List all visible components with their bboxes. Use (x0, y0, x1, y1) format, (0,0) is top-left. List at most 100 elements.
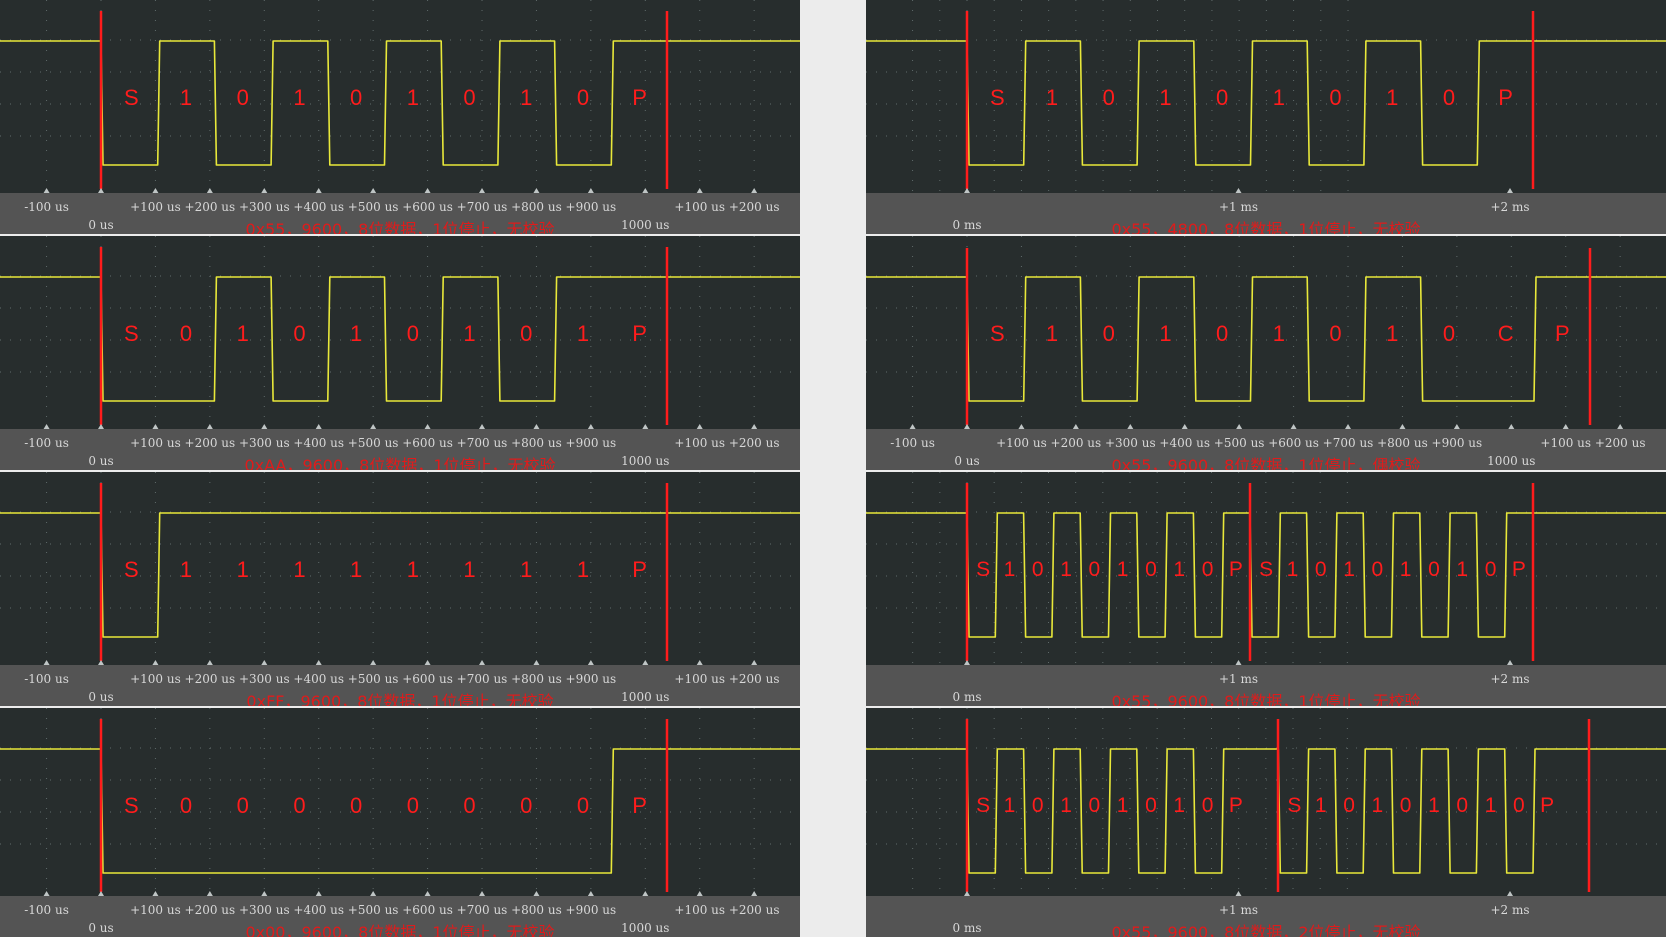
time-axis: 0x55，9600，8位数据，1位停止，无校验 -100 us +100 us +2… (0, 193, 800, 234)
tick-label-zero: 0 us (88, 454, 114, 468)
tick-label-zero: 0 us (88, 690, 114, 704)
bit-label: 0 (179, 321, 193, 346)
tick-label: +100 us (130, 903, 181, 917)
tick-label-zero: 0 us (88, 218, 114, 232)
bit-label: 1 (1173, 558, 1186, 581)
bit-label: 0 (1216, 321, 1229, 346)
bit-label: 1 (179, 557, 193, 582)
tick-label: +600 us (402, 200, 453, 214)
bit-label: 0 (1513, 794, 1525, 817)
tick-label: +800 us (1377, 436, 1428, 450)
tick-label: +200 us (728, 672, 780, 686)
tick-label: +600 us (1268, 436, 1319, 450)
bit-label: 0 (293, 793, 306, 818)
tick-label-1000: 1000 us (621, 218, 670, 232)
bit-label: 0 (1145, 794, 1157, 817)
bit-label: 1 (1045, 85, 1059, 110)
tick-label: +400 us (293, 436, 345, 450)
tick-label: +700 us (456, 672, 508, 686)
tick-label-zero: 0 us (954, 454, 980, 468)
bit-label: 1 (236, 321, 249, 346)
bit-label: S (1259, 558, 1274, 581)
tick-label-zero: 0 us (88, 921, 114, 935)
bit-label: S (124, 793, 139, 818)
tick-label: +900 us (565, 200, 617, 214)
waveform-caption: 0xFF，9600，8位数据，1位停止，无校验 (246, 692, 554, 706)
tick-label: +400 us (293, 903, 345, 917)
waveform-caption: 0xAA，9600，8位数据，1位停止，无校验 (244, 456, 556, 470)
bit-label: 1 (1173, 794, 1186, 817)
bit-label: 1 (406, 85, 419, 110)
time-axis: 0x55，9600，8位数据，2位停止，无校验 +1 ms +2 ms 0 ms (866, 896, 1666, 937)
plot-area (0, 472, 800, 665)
bit-label: 1 (1159, 85, 1172, 110)
waveform-caption: 0x55，4800，8位数据，1位停止，无校验 (1111, 220, 1421, 234)
bit-label: 0 (1343, 794, 1355, 817)
tick-label: +200 us (184, 436, 236, 450)
waveform-panel-0x55-2-stop-bits: 0x55，9600，8位数据，2位停止，无校验 +1 ms +2 ms 0 ms S… (866, 708, 1666, 937)
tick-label: +1 ms (1218, 903, 1259, 917)
bit-label: 0 (520, 793, 533, 818)
tick-label: +600 us (402, 436, 453, 450)
bit-label: 1 (1484, 794, 1497, 817)
bit-label: 0 (1371, 558, 1384, 581)
bit-label: P (1228, 558, 1243, 581)
bit-label: 1 (1003, 794, 1016, 817)
tick-label: +400 us (1159, 436, 1211, 450)
tick-label-zero: 0 ms (952, 921, 982, 935)
tick-label: +500 us (347, 436, 399, 450)
tick-label: +300 us (238, 903, 290, 917)
plot-area (0, 0, 800, 193)
bit-label: 1 (576, 321, 590, 346)
tick-label: +200 us (1594, 436, 1646, 450)
waveform-panel-0xFF-9600: 0xFF，9600，8位数据，1位停止，无校验 -100 us +100 us +2… (0, 472, 800, 706)
tick-label: +300 us (238, 200, 290, 214)
tick-label: +100 us (996, 436, 1047, 450)
tick-label: -100 us (24, 903, 69, 917)
bit-label: 0 (520, 321, 533, 346)
bit-label: P (1228, 794, 1243, 817)
waveform-panel-0x55-even-parity: 0x55，9600，8位数据，1位停止，偶校验 -100 us +100 us +2… (866, 236, 1666, 470)
bit-label: S (1287, 794, 1302, 817)
tick-label: +200 us (1050, 436, 1102, 450)
bit-label: 1 (1003, 558, 1016, 581)
waveform-panel-0xAA-9600: 0xAA，9600，8位数据，1位停止，无校验 -100 us +100 us +2… (0, 236, 800, 470)
waveform-caption: 0x55，9600，8位数据，1位停止，偶校验 (1111, 456, 1421, 470)
bit-label: 0 (1031, 558, 1044, 581)
waveform-panel-0x55-two-frames: 0x55，9600，8位数据，1位停止，无校验 +1 ms +2 ms 0 ms S… (866, 472, 1666, 706)
tick-label: +100 us (1540, 436, 1592, 450)
bit-label: 0 (1102, 85, 1115, 110)
bit-label: 0 (1314, 558, 1327, 581)
plot-area (0, 236, 800, 429)
bit-label: 1 (1314, 794, 1327, 817)
waveform-caption: 0x55，9600，8位数据，1位停止，无校验 (1111, 692, 1421, 706)
bit-label: 0 (1201, 794, 1214, 817)
tick-label: +900 us (565, 903, 617, 917)
bit-label: 0 (1399, 794, 1412, 817)
bit-label: P (1498, 85, 1513, 110)
tick-label: +2 ms (1490, 903, 1530, 917)
tick-label: +900 us (565, 436, 617, 450)
tick-label: +100 us (674, 672, 726, 686)
bit-label: P (1555, 321, 1570, 346)
bit-label: 0 (576, 793, 590, 818)
tick-label-1000: 1000 us (1487, 454, 1536, 468)
tick-label: -100 us (24, 436, 69, 450)
tick-label: +1 ms (1218, 672, 1259, 686)
tick-label-1000: 1000 us (621, 454, 670, 468)
signal-trace (0, 748, 800, 874)
bit-label: 0 (350, 793, 363, 818)
tick-label-1000: 1000 us (621, 690, 670, 704)
bit-label: 0 (463, 85, 476, 110)
bit-label: P (632, 321, 647, 346)
tick-label: +600 us (402, 903, 453, 917)
tick-label: +900 us (565, 672, 617, 686)
time-axis: 0x55，4800，8位数据，1位停止，无校验 +1 ms +2 ms 0 ms (866, 193, 1666, 234)
time-axis: 0xAA，9600，8位数据，1位停止，无校验 -100 us +100 us +2… (0, 429, 800, 470)
waveform-panel-0x00-9600: 0x00，9600，8位数据，1位停止，无校验 -100 us +100 us +2… (0, 708, 800, 937)
bit-label: C (1497, 321, 1514, 346)
bit-label: 0 (1088, 558, 1101, 581)
bit-label: 1 (1159, 321, 1172, 346)
waveform-caption: 0x55，9600，8位数据，1位停止，无校验 (245, 220, 555, 234)
bit-label: 1 (1272, 85, 1285, 110)
